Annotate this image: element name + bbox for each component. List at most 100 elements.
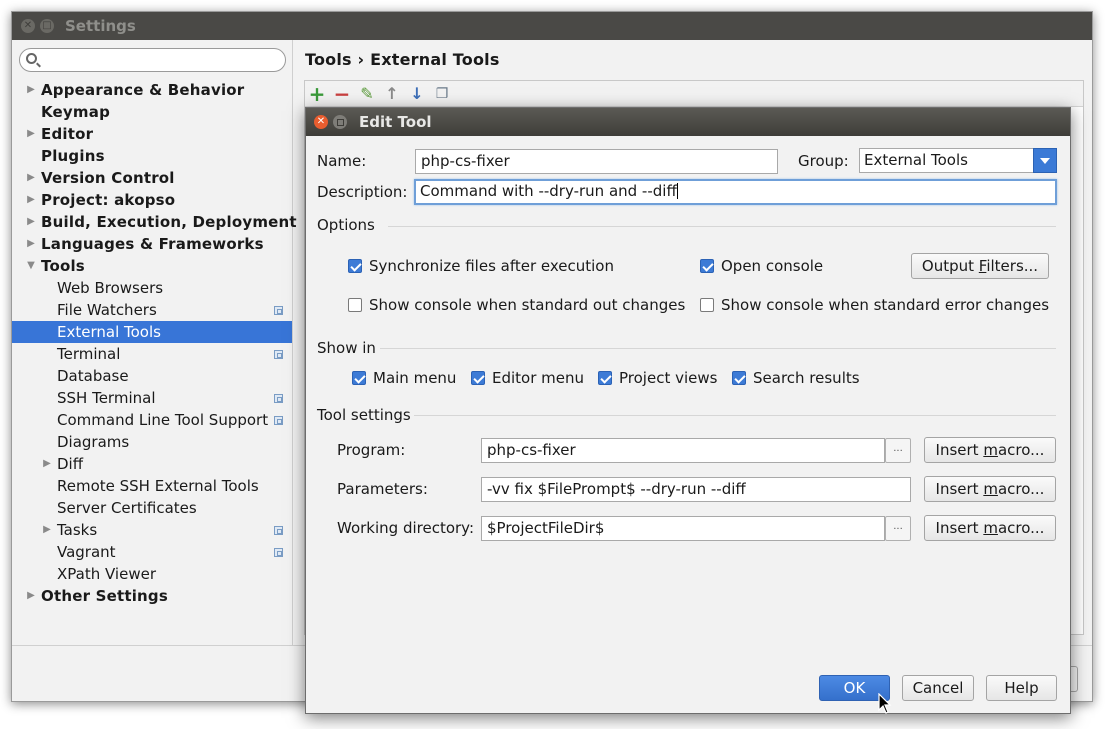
working-dir-browse-button[interactable]: ... <box>885 516 911 541</box>
chevron-right-icon[interactable]: ▶ <box>41 453 53 475</box>
tree-item-label: Web Browsers <box>57 279 164 297</box>
program-insert-macro-button[interactable]: Insert macro... <box>924 437 1056 463</box>
tree-item[interactable]: ▶ Tasks <box>12 519 292 541</box>
chevron-right-icon[interactable]: ▶ <box>41 519 53 541</box>
chevron-right-icon[interactable]: ▶ <box>25 211 37 233</box>
working-dir-insert-macro-button[interactable]: Insert macro... <box>924 515 1056 541</box>
tree-item-label: Database <box>57 367 129 385</box>
project-settings-icon <box>274 350 283 359</box>
tree-item-label: Remote SSH External Tools <box>57 477 259 495</box>
parameters-field[interactable]: -vv fix $FilePrompt$ --dry-run --diff <box>481 477 911 502</box>
maximize-icon[interactable] <box>333 115 347 129</box>
tree-item[interactable]: Keymap <box>12 101 292 123</box>
tree-item-label: Diagrams <box>57 433 130 451</box>
settings-titlebar: ✕ □ Settings <box>12 12 1092 40</box>
show-console-stdout-checkbox[interactable] <box>348 298 362 312</box>
remove-icon[interactable]: − <box>332 84 352 104</box>
tree-item[interactable]: Database <box>12 365 292 387</box>
tree-item-label: Server Certificates <box>57 499 197 517</box>
tree-item[interactable]: Web Browsers <box>12 277 292 299</box>
tree-item[interactable]: File Watchers <box>12 299 292 321</box>
close-icon[interactable]: ✕ <box>21 19 35 33</box>
tree-item[interactable]: ▼ Tools <box>12 255 292 277</box>
add-icon[interactable]: + <box>307 84 327 104</box>
chevron-down-icon[interactable] <box>1033 148 1057 173</box>
show-in-title: Show in <box>317 339 376 357</box>
cancel-button[interactable]: Cancel <box>902 675 974 701</box>
working-dir-label: Working directory: <box>337 519 475 537</box>
tree-item[interactable]: Server Certificates <box>12 497 292 519</box>
mouse-cursor-icon <box>878 693 892 714</box>
tree-item[interactable]: Remote SSH External Tools <box>12 475 292 497</box>
chevron-down-icon[interactable]: ▼ <box>25 255 37 277</box>
tree-item[interactable]: ▶ Build, Execution, Deployment <box>12 211 296 233</box>
description-field[interactable]: Command with --dry-run and --diff <box>414 179 1057 205</box>
main-menu-checkbox[interactable] <box>352 371 366 385</box>
show-console-stderr-checkbox[interactable] <box>700 298 714 312</box>
chevron-right-icon[interactable]: ▶ <box>25 585 37 607</box>
project-views-checkbox[interactable] <box>598 371 612 385</box>
chevron-right-icon[interactable]: ▶ <box>25 79 37 101</box>
group-label: Group: <box>798 152 849 170</box>
tree-item[interactable]: ▶ Appearance & Behavior <box>12 79 292 101</box>
tree-item[interactable]: ▶ Project: akopso <box>12 189 292 211</box>
copy-icon[interactable]: ❐ <box>432 84 452 104</box>
show-console-stdout-label[interactable]: Show console when standard out changes <box>369 296 685 314</box>
tree-item[interactable]: Command Line Tool Support <box>12 409 292 431</box>
chevron-right-icon[interactable]: ▶ <box>25 123 37 145</box>
name-field[interactable]: php-cs-fixer <box>415 149 778 174</box>
tree-item[interactable]: XPath Viewer <box>12 563 292 585</box>
tree-item[interactable]: ▶ Editor <box>12 123 292 145</box>
project-views-label[interactable]: Project views <box>619 369 717 387</box>
editor-menu-label[interactable]: Editor menu <box>492 369 584 387</box>
tree-item-label: External Tools <box>57 323 161 341</box>
tree-item[interactable]: ▶ Version Control <box>12 167 292 189</box>
divider <box>380 348 1056 349</box>
tree-item-label: Tasks <box>57 521 98 539</box>
tree-item[interactable]: External Tools <box>12 321 292 343</box>
tools-toolbar: + − ✎ ↑ ↓ ❐ <box>305 81 1083 107</box>
parameters-insert-macro-button[interactable]: Insert macro... <box>924 476 1056 502</box>
tree-item[interactable]: Terminal <box>12 343 292 365</box>
program-field[interactable]: php-cs-fixer <box>481 438 885 463</box>
description-label: Description: <box>317 183 408 201</box>
program-label: Program: <box>337 441 406 459</box>
sync-files-checkbox[interactable] <box>348 259 362 273</box>
search-input[interactable] <box>42 50 282 70</box>
help-button[interactable]: Help <box>986 675 1057 701</box>
settings-search[interactable] <box>19 48 286 72</box>
move-up-icon[interactable]: ↑ <box>382 84 402 104</box>
breadcrumb: Tools › External Tools <box>305 50 500 69</box>
group-select[interactable]: External Tools <box>859 148 1057 173</box>
main-menu-label[interactable]: Main menu <box>373 369 456 387</box>
chevron-right-icon[interactable]: ▶ <box>25 233 37 255</box>
tree-item[interactable]: Diagrams <box>12 431 292 453</box>
open-console-checkbox[interactable] <box>700 259 714 273</box>
tree-item[interactable]: ▶ Other Settings <box>12 585 292 607</box>
name-value: php-cs-fixer <box>421 152 510 170</box>
edit-icon[interactable]: ✎ <box>357 84 377 104</box>
working-dir-field[interactable]: $ProjectFileDir$ <box>481 516 885 541</box>
maximize-icon[interactable]: □ <box>40 19 54 33</box>
chevron-right-icon[interactable]: ▶ <box>25 189 37 211</box>
close-icon[interactable]: ✕ <box>314 115 328 129</box>
project-settings-icon <box>274 416 283 425</box>
tree-item[interactable]: Plugins <box>12 145 292 167</box>
move-down-icon[interactable]: ↓ <box>407 84 427 104</box>
search-results-checkbox[interactable] <box>732 371 746 385</box>
tree-item[interactable]: ▶ Diff <box>12 453 292 475</box>
tree-item[interactable]: Vagrant <box>12 541 292 563</box>
tree-item[interactable]: SSH Terminal <box>12 387 292 409</box>
sync-files-label[interactable]: Synchronize files after execution <box>369 257 614 275</box>
show-console-stderr-label[interactable]: Show console when standard error changes <box>721 296 1049 314</box>
output-filters-button[interactable]: Output Filters... <box>911 253 1049 279</box>
program-browse-button[interactable]: ... <box>885 438 911 463</box>
insert-macro-mnemonic: m <box>983 441 998 459</box>
tree-item[interactable]: ▶ Languages & Frameworks <box>12 233 292 255</box>
tree-item-label: Appearance & Behavior <box>41 81 245 99</box>
tree-item-label: Tools <box>41 257 85 275</box>
search-results-label[interactable]: Search results <box>753 369 860 387</box>
chevron-right-icon[interactable]: ▶ <box>25 167 37 189</box>
editor-menu-checkbox[interactable] <box>471 371 485 385</box>
open-console-label[interactable]: Open console <box>721 257 823 275</box>
